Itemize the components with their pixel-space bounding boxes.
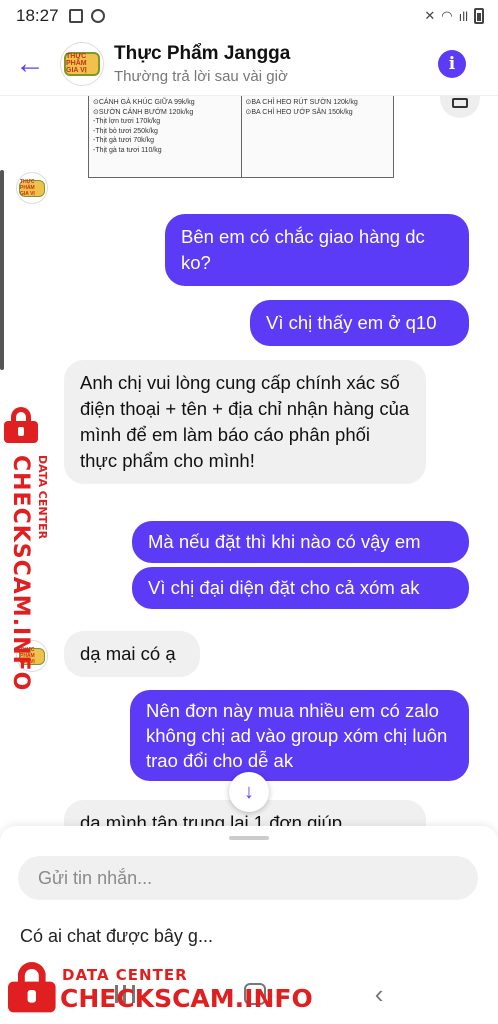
- chat-header: ← THỰC PHẨM GIA VỊ Thực Phẩm Jangga Thườ…: [0, 32, 498, 96]
- message-bubble-sent[interactable]: Nên đơn này mua nhiều em có zalo không c…: [130, 690, 469, 781]
- nav-back-button[interactable]: ‹: [375, 979, 384, 1010]
- scroll-down-button[interactable]: ↓: [229, 772, 269, 812]
- avatar-logo: THỰC PHẨM GIA VỊ: [19, 179, 45, 197]
- price-line: ⊙BA CHỈ HEO ƯỚP SẴN 150k/kg: [245, 108, 353, 116]
- page-title: Thực Phẩm Jangga: [114, 42, 291, 64]
- watermark-text: CHECKSCAM.INFO: [60, 984, 313, 1013]
- watermark-side-label: DATA CENTER: [36, 455, 49, 540]
- price-list-left: ⊙CÁNH GÀ KHÚC GIỮA 99k/kg ⊙SƯỜN CÁNH BƯỚ…: [89, 96, 241, 177]
- message-bubble-sent[interactable]: Mà nếu đặt thì khi nào có vậy em: [132, 521, 469, 563]
- suggested-question[interactable]: Có ai chat được bây g...: [20, 926, 213, 947]
- back-arrow-icon: ←: [15, 46, 45, 80]
- scrollbar[interactable]: [0, 170, 4, 370]
- mute-icon: ✕: [424, 8, 436, 23]
- price-line: -Thịt gà ta tươi 110/kg: [93, 146, 162, 154]
- info-icon: i: [448, 53, 456, 74]
- message-bubble-received[interactable]: dạ mai có ạ: [64, 631, 200, 677]
- price-list-image[interactable]: ⊙CÁNH GÀ KHÚC GIỮA 99k/kg ⊙SƯỜN CÁNH BƯỚ…: [88, 96, 394, 178]
- signal-icon: ıll: [458, 8, 468, 24]
- back-button[interactable]: ←: [0, 34, 60, 94]
- sheet-handle[interactable]: [229, 836, 269, 840]
- response-time-subtitle: Thường trả lời sau vài giờ: [114, 67, 288, 85]
- status-bar: 18:27 ✕ ◠ ıll: [0, 0, 498, 32]
- message-bubble-sent[interactable]: Bên em có chắc giao hàng dc ko?: [165, 214, 469, 286]
- camera-button[interactable]: [440, 96, 480, 118]
- watermark-side-text: CHECKSCAM.INFO: [8, 455, 33, 692]
- message-bubble-received[interactable]: Anh chị vui lòng cung cấp chính xác số đ…: [64, 360, 426, 484]
- price-line: ⊙BA CHỈ HEO RÚT SƯỜN 120k/kg: [245, 99, 358, 106]
- watermark-label: DATA CENTER: [62, 966, 188, 984]
- arrow-down-icon: ↓: [244, 780, 254, 803]
- image-icon: [68, 9, 83, 23]
- message-input[interactable]: [18, 856, 478, 900]
- price-line: ⊙SƯỜN CÁNH BƯỚM 120k/kg: [93, 108, 194, 116]
- price-line: ⊙CÁNH GÀ KHÚC GIỮA 99k/kg: [93, 99, 195, 106]
- camera-icon: [452, 98, 468, 108]
- status-icons: ✕ ◠ ıll: [424, 8, 484, 24]
- battery-icon: [474, 8, 484, 24]
- price-list-right: ⊙BA CHỈ HEO RÚT SƯỜN 120k/kg ⊙BA CHỈ HEO…: [240, 96, 394, 177]
- message-bubble-sent[interactable]: Vì chị đại diện đặt cho cả xóm ak: [132, 567, 469, 609]
- watermark-lock-icon: [4, 407, 38, 443]
- wifi-icon: ◠: [441, 8, 453, 23]
- price-line: -Thịt gà tươi 70k/kg: [93, 137, 155, 144]
- avatar-logo: THỰC PHẨM GIA VỊ: [64, 51, 100, 76]
- price-line: -Thịt lợn tươi 170k/kg: [93, 118, 161, 125]
- header-text[interactable]: Thực Phẩm Jangga Thường trả lời sau vài …: [114, 43, 438, 85]
- status-time: 18:27: [16, 6, 59, 25]
- watermark-lock-icon: [8, 962, 56, 1013]
- price-line: -Thịt bò tươi 250k/kg: [93, 127, 158, 135]
- sender-avatar[interactable]: THỰC PHẨM GIA VỊ: [16, 172, 48, 204]
- info-button[interactable]: i: [438, 49, 466, 78]
- message-bubble-sent[interactable]: Vì chị thấy em ở q10: [250, 300, 469, 346]
- settings-icon: [90, 9, 105, 23]
- conversation[interactable]: ⊙CÁNH GÀ KHÚC GIỮA 99k/kg ⊙SƯỜN CÁNH BƯỚ…: [0, 96, 498, 826]
- avatar[interactable]: THỰC PHẨM GIA VỊ: [60, 41, 104, 86]
